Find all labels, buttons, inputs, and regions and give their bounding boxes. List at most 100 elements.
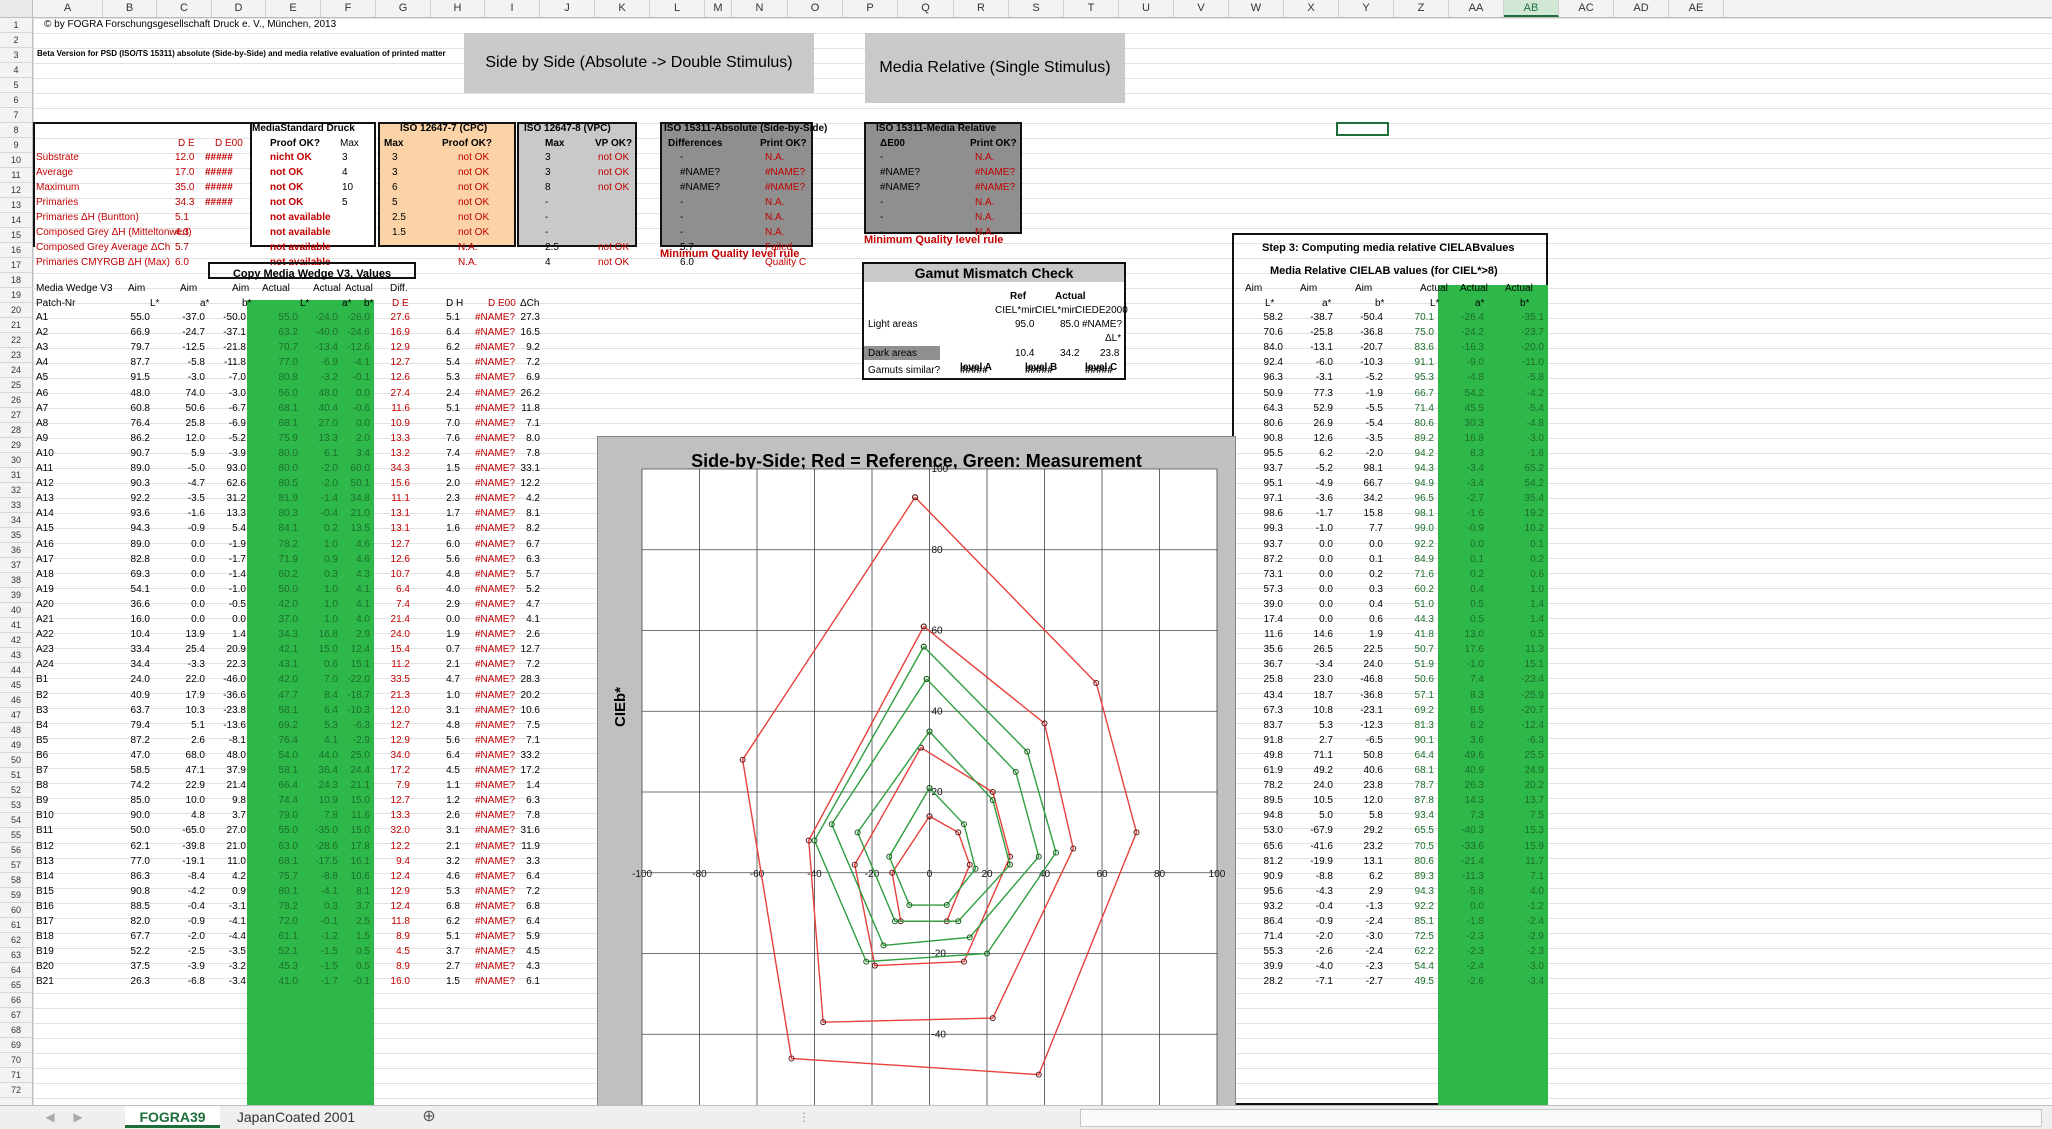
mr-cell[interactable]: 10.8 (1293, 704, 1333, 717)
patch-cell[interactable]: 11.2 (370, 658, 410, 671)
patch-cell[interactable]: 79.7 (110, 341, 150, 354)
mr-cell[interactable]: 99.3 (1243, 522, 1283, 535)
summary-vp-cell[interactable]: not OK (598, 151, 629, 164)
row-header[interactable]: 2 (0, 33, 32, 48)
patch-cell[interactable]: 8.1 (330, 885, 370, 898)
patch-cell[interactable]: 33.4 (110, 643, 150, 656)
patch-cell[interactable]: A5 (36, 371, 48, 384)
patch-cell[interactable]: 6.4 (500, 915, 540, 928)
mr-cell[interactable]: -13.1 (1293, 341, 1333, 354)
mr-cell[interactable]: 5.8 (1343, 809, 1383, 822)
patch-cell[interactable]: 4.6 (330, 538, 370, 551)
summary-cpc-cell[interactable]: not OK (458, 181, 489, 194)
patch-cell[interactable]: 90.3 (110, 477, 150, 490)
patch-cell[interactable]: 7.8 (500, 809, 540, 822)
summary-rel-cell[interactable]: #NAME? (880, 166, 920, 179)
patch-cell[interactable]: -5.8 (165, 356, 205, 369)
mr-cell[interactable]: 93.4 (1394, 809, 1434, 822)
column-header-y[interactable]: Y (1339, 0, 1394, 17)
mr-cell[interactable]: -2.7 (1343, 975, 1383, 988)
mr-cell[interactable]: -1.0 (1293, 522, 1333, 535)
patch-cell[interactable]: 81.9 (258, 492, 298, 505)
mr-cell[interactable]: -3.5 (1343, 432, 1383, 445)
mr-cell[interactable]: 0.0 (1293, 568, 1333, 581)
summary-vpmax-cell[interactable]: 8 (545, 181, 551, 194)
row-header[interactable]: 42 (0, 633, 32, 648)
summary-msmax-cell[interactable]: 10 (342, 181, 353, 194)
row-header[interactable]: 48 (0, 723, 32, 738)
mr-cell[interactable]: 71.4 (1243, 930, 1283, 943)
patch-cell[interactable]: 2.6 (420, 809, 460, 822)
patch-cell[interactable]: B20 (36, 960, 54, 973)
mr-cell[interactable]: 0.0 (1293, 583, 1333, 596)
patch-cell[interactable]: 6.3 (500, 553, 540, 566)
row-header[interactable]: 27 (0, 408, 32, 423)
patch-cell[interactable]: -26.0 (330, 311, 370, 324)
summary-cpc-cell[interactable]: not OK (458, 196, 489, 209)
summary-ms-cell[interactable]: not available (270, 241, 331, 254)
row-headers[interactable]: 1 2 3 4 5 6 7 8 9 10 11 12 13 14 15 16 17 18 19 20 21 22 23 24 2… (0, 17, 33, 1105)
patch-cell[interactable]: B16 (36, 900, 54, 913)
patch-cell[interactable]: 1.4 (206, 628, 246, 641)
patch-cell[interactable]: 94.3 (110, 522, 150, 535)
mr-cell[interactable]: 89.2 (1394, 432, 1434, 445)
row-header[interactable]: 65 (0, 978, 32, 993)
mr-cell[interactable]: -19.9 (1293, 855, 1333, 868)
row-header[interactable]: 30 (0, 453, 32, 468)
patch-cell[interactable]: 43.1 (258, 658, 298, 671)
patch-cell[interactable]: 74.4 (258, 794, 298, 807)
patch-cell[interactable]: 74.2 (110, 779, 150, 792)
patch-cell[interactable]: 13.9 (165, 628, 205, 641)
patch-cell[interactable]: 13.3 (206, 507, 246, 520)
patch-cell[interactable]: 90.7 (110, 447, 150, 460)
patch-cell[interactable]: 42.0 (258, 598, 298, 611)
column-header-e[interactable]: E (266, 0, 321, 17)
patch-cell[interactable]: -37.0 (165, 311, 205, 324)
mr-cell[interactable]: -4.8 (1504, 417, 1544, 430)
mr-cell[interactable]: 86.4 (1243, 915, 1283, 928)
row-header[interactable]: 63 (0, 948, 32, 963)
tab-japancoated[interactable]: JapanCoated 2001 (226, 1106, 366, 1128)
patch-cell[interactable]: 1.5 (420, 462, 460, 475)
patch-cell[interactable]: 6.7 (500, 538, 540, 551)
summary-relp-cell[interactable]: N.A. (975, 151, 994, 164)
mr-cell[interactable]: 11.3 (1504, 643, 1544, 656)
patch-cell[interactable]: 5.1 (420, 402, 460, 415)
mr-cell[interactable]: -2.3 (1343, 960, 1383, 973)
column-header-i[interactable]: I (485, 0, 540, 17)
patch-cell[interactable]: 9.2 (500, 341, 540, 354)
patch-cell[interactable]: 10.7 (370, 568, 410, 581)
mr-cell[interactable]: 2.7 (1293, 734, 1333, 747)
mr-cell[interactable]: 70.5 (1394, 840, 1434, 853)
mr-cell[interactable]: 78.7 (1394, 779, 1434, 792)
patch-cell[interactable]: -50.0 (206, 311, 246, 324)
patch-cell[interactable]: 9.8 (206, 794, 246, 807)
patch-cell[interactable]: 15.0 (330, 824, 370, 837)
patch-cell[interactable]: 80.5 (258, 477, 298, 490)
mr-cell[interactable]: 75.0 (1394, 326, 1434, 339)
mr-cell[interactable]: -1.7 (1293, 507, 1333, 520)
mr-cell[interactable]: 65.2 (1504, 462, 1544, 475)
mr-cell[interactable]: -12.4 (1504, 719, 1544, 732)
mr-cell[interactable]: -23.7 (1504, 326, 1544, 339)
mr-cell[interactable]: 16.8 (1444, 432, 1484, 445)
mr-cell[interactable]: 36.7 (1243, 658, 1283, 671)
mr-cell[interactable]: -33.6 (1444, 840, 1484, 853)
patch-cell[interactable]: 5.9 (165, 447, 205, 460)
prev-sheet-icon[interactable]: ◀ (40, 1106, 60, 1128)
mr-cell[interactable]: 3.6 (1444, 734, 1484, 747)
mr-cell[interactable]: 54.4 (1394, 960, 1434, 973)
mr-cell[interactable]: 43.4 (1243, 689, 1283, 702)
patch-cell[interactable]: -8.1 (206, 734, 246, 747)
mr-cell[interactable]: 45.5 (1444, 402, 1484, 415)
patch-cell[interactable]: 21.1 (330, 779, 370, 792)
mr-cell[interactable]: -36.8 (1343, 326, 1383, 339)
mr-cell[interactable]: -6.0 (1293, 356, 1333, 369)
patch-cell[interactable]: 12.9 (370, 734, 410, 747)
patch-cell[interactable]: 2.9 (330, 628, 370, 641)
mr-cell[interactable]: 29.2 (1343, 824, 1383, 837)
patch-cell[interactable]: 56.0 (258, 387, 298, 400)
mr-cell[interactable]: -5.2 (1293, 462, 1333, 475)
patch-cell[interactable]: 7.5 (500, 719, 540, 732)
mr-cell[interactable]: 23.0 (1293, 673, 1333, 686)
